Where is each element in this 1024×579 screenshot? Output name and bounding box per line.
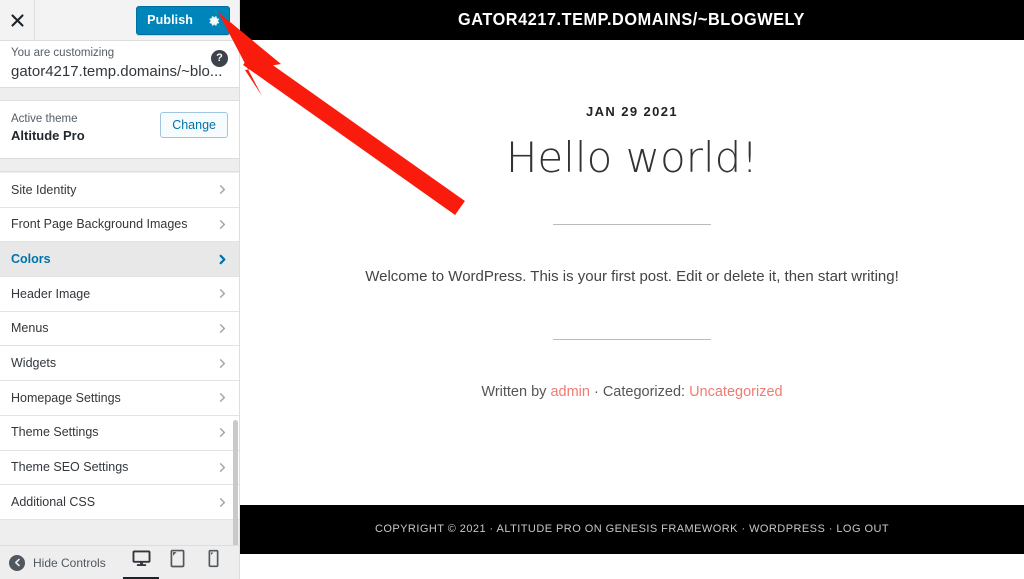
sidebar-item-theme-seo-settings[interactable]: Theme SEO Settings [0,450,239,486]
sidebar-item-label: Menus [11,321,49,336]
sidebar-item-label: Site Identity [11,182,77,197]
customizer-header-bar: Publish [0,0,239,41]
device-preview-group [123,546,231,579]
device-preview-tablet-button[interactable] [159,546,195,579]
chevron-right-icon [217,219,228,230]
chevron-right-icon [217,392,228,403]
sidebar-item-label: Colors [11,251,51,266]
sidebar-item-widgets[interactable]: Widgets [0,346,239,382]
sidebar-item-label: Theme Settings [11,425,99,440]
sidebar-item-label: Front Page Background Images [11,217,188,232]
chevron-right-icon [217,462,228,473]
publish-button[interactable]: Publish [136,6,230,35]
sidebar-item-menus[interactable]: Menus [0,311,239,347]
hide-controls-label: Hide Controls [33,555,106,570]
sidebar-item-theme-settings[interactable]: Theme Settings [0,415,239,451]
post-meta: Written by admin · Categorized: Uncatego… [240,385,1024,400]
chevron-right-icon [217,497,228,508]
hide-controls-button[interactable]: Hide Controls [0,554,106,571]
customizing-label: You are customizing [11,47,115,59]
chevron-right-icon [217,323,228,334]
sidebar-item-label: Header Image [11,286,91,301]
active-theme-panel: Active theme Altitude Pro Change [0,101,239,159]
sidebar-item-colors[interactable]: Colors [0,242,239,278]
mobile-icon [208,549,219,573]
post-author-link[interactable]: admin [550,384,590,400]
divider-top [553,224,711,226]
divider-bottom [553,339,711,341]
device-preview-desktop-button[interactable] [123,546,159,579]
tablet-icon [170,549,185,573]
site-title[interactable]: GATOR4217.TEMP.DOMAINS/~BLOGWELY [459,11,806,29]
sidebar-item-header-image[interactable]: Header Image [0,277,239,312]
chevron-right-icon [217,254,228,265]
site-footer: COPYRIGHT © 2021 · ALTITUDE PRO ON GENES… [240,505,1024,554]
sidebar-scrollbar[interactable] [233,420,238,550]
post-meta-prefix: Written by [481,384,551,401]
site-footer-text: COPYRIGHT © 2021 · ALTITUDE PRO ON GENES… [374,523,890,535]
sidebar-item-site-identity[interactable]: Site Identity [0,173,239,208]
site-preview-pane[interactable]: GATOR4217.TEMP.DOMAINS/~BLOGWELY JAN 29 … [240,0,1024,579]
customizer-footer-bar: Hide Controls [0,545,239,579]
chevron-right-icon [217,184,228,195]
customizer-sidebar: Publish You are customizing gator4217.te… [0,0,240,579]
publish-button-label: Publish [147,13,193,28]
chevron-right-icon [217,427,228,438]
post-category-link[interactable]: Uncategorized [689,384,783,400]
close-icon [10,13,24,27]
sidebar-item-homepage-settings[interactable]: Homepage Settings [0,381,239,416]
chevron-right-icon [217,288,228,299]
help-icon[interactable]: ? [211,50,228,67]
sidebar-item-label: Widgets [11,356,57,371]
device-preview-mobile-button[interactable] [195,546,231,579]
site-header: GATOR4217.TEMP.DOMAINS/~BLOGWELY [240,0,1024,40]
customizer-screen: Publish You are customizing gator4217.te… [0,0,1024,579]
post-date: JAN 29 2021 [585,104,678,119]
post-meta-separator: · Categorized: [589,384,690,401]
collapse-arrow-icon [9,554,25,571]
sidebar-divider-top [0,88,239,101]
sidebar-item-additional-css[interactable]: Additional CSS [0,485,239,520]
customizing-site-url: gator4217.temp.domains/~blo... [11,63,223,80]
sidebar-item-label: Homepage Settings [11,390,121,405]
customizer-section-list: Site Identity Front Page Background Imag… [0,173,239,520]
customizing-info-panel: You are customizing gator4217.temp.domai… [0,41,239,88]
post-entry: JAN 29 2021 Hello world! Welcome to Word… [240,40,1024,400]
chevron-right-icon [217,358,228,369]
post-content: Welcome to WordPress. This is your first… [365,268,899,286]
sidebar-item-label: Theme SEO Settings [11,460,129,475]
sidebar-divider-middle [0,159,239,172]
sidebar-item-front-page-background-images[interactable]: Front Page Background Images [0,207,239,243]
change-theme-button[interactable]: Change [160,112,228,138]
desktop-icon [132,550,151,572]
sidebar-item-label: Additional CSS [11,494,96,509]
gear-icon[interactable] [207,14,221,28]
post-title[interactable]: Hello world! [240,133,1024,182]
close-customizer-button[interactable] [0,0,35,40]
